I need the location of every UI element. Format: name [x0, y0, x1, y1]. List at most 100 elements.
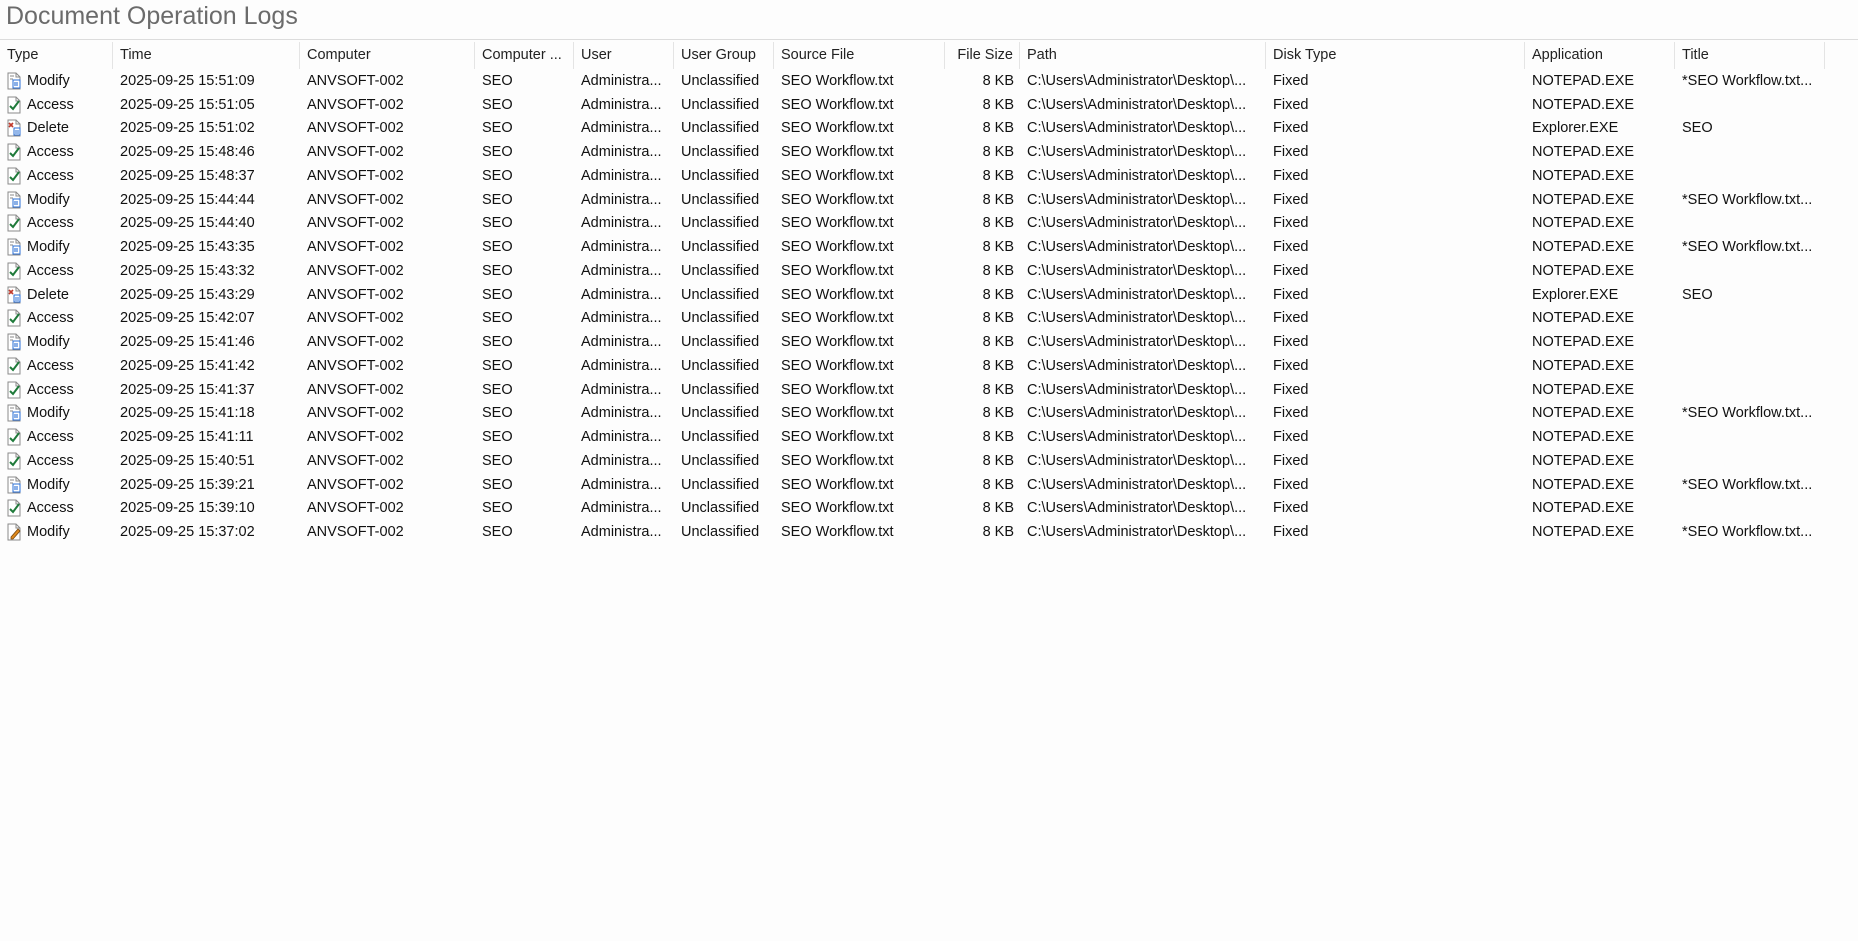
column-header-user-group[interactable]: User Group [674, 42, 774, 69]
time-cell: 2025-09-25 15:39:21 [120, 476, 255, 493]
path-cell: C:\Users\Administrator\Desktop\... [1027, 239, 1247, 256]
type-label: Modify [27, 191, 70, 208]
path-cell: C:\Users\Administrator\Desktop\... [1027, 262, 1247, 279]
user-cell: Administra... [581, 405, 662, 422]
title-cell: *SEO Workflow.txt... [1682, 239, 1813, 256]
table-row[interactable]: Access 2025-09-25 15:44:40 ANVSOFT-002 SEO A… [0, 212, 1825, 236]
column-header-time[interactable]: Time [113, 42, 300, 69]
user-group-cell: Unclassified [681, 262, 760, 279]
computer-group-cell: SEO [482, 167, 513, 184]
type-label: Access [27, 357, 74, 374]
log-table[interactable]: Type Time Computer Computer ... User Use… [0, 42, 1825, 544]
time-cell: 2025-09-25 15:42:07 [120, 310, 255, 327]
user-group-cell: Unclassified [681, 191, 760, 208]
application-cell: NOTEPAD.EXE [1532, 381, 1635, 398]
file-size-cell: 8 KB [982, 239, 1014, 256]
computer-group-cell: SEO [482, 239, 513, 256]
table-row[interactable]: Access 2025-09-25 15:42:07 ANVSOFT-002 SEO A… [0, 307, 1825, 331]
path-cell: C:\Users\Administrator\Desktop\... [1027, 357, 1247, 374]
table-row[interactable]: Access 2025-09-25 15:41:42 ANVSOFT-002 SEO A… [0, 354, 1825, 378]
type-cell: Modify [0, 333, 113, 351]
column-header-title[interactable]: Title [1675, 42, 1825, 69]
time-cell: 2025-09-25 15:48:46 [120, 144, 255, 161]
table-row[interactable]: Delete 2025-09-25 15:51:02 ANVSOFT-002 SEO A… [0, 117, 1825, 141]
table-row[interactable]: Access 2025-09-25 15:48:46 ANVSOFT-002 SEO A… [0, 140, 1825, 164]
user-group-cell: Unclassified [681, 286, 760, 303]
type-label: Access [27, 215, 74, 232]
title-cell: *SEO Workflow.txt... [1682, 476, 1813, 493]
type-label: Modify [27, 72, 70, 89]
source-file-cell: SEO Workflow.txt [781, 72, 894, 89]
disk-type-cell: Fixed [1273, 476, 1309, 493]
file-size-cell: 8 KB [982, 429, 1014, 446]
file-size-cell: 8 KB [982, 405, 1014, 422]
column-header-user[interactable]: User [574, 42, 674, 69]
source-file-cell: SEO Workflow.txt [781, 452, 894, 469]
table-row[interactable]: Modify 2025-09-25 15:41:46 ANVSOFT-002 SEO A… [0, 330, 1825, 354]
column-header-disk-type[interactable]: Disk Type [1266, 42, 1525, 69]
table-row[interactable]: Access 2025-09-25 15:51:05 ANVSOFT-002 SEO A… [0, 93, 1825, 117]
table-row[interactable]: Delete 2025-09-25 15:43:29 ANVSOFT-002 SEO A… [0, 283, 1825, 307]
source-file-cell: SEO Workflow.txt [781, 334, 894, 351]
path-cell: C:\Users\Administrator\Desktop\... [1027, 96, 1247, 113]
column-header-application[interactable]: Application [1525, 42, 1675, 69]
type-cell: Modify [0, 238, 113, 256]
disk-type-cell: Fixed [1273, 72, 1309, 89]
disk-type-cell: Fixed [1273, 239, 1309, 256]
type-label: Modify [27, 334, 70, 351]
modify-icon [6, 238, 22, 256]
table-row[interactable]: Modify 2025-09-25 15:51:09 ANVSOFT-002 SEO A… [0, 69, 1825, 93]
table-row[interactable]: Access 2025-09-25 15:41:11 ANVSOFT-002 SEO A… [0, 425, 1825, 449]
column-header-computer[interactable]: Computer [300, 42, 475, 69]
disk-type-cell: Fixed [1273, 381, 1309, 398]
computer-group-cell: SEO [482, 262, 513, 279]
table-row[interactable]: Access 2025-09-25 15:40:51 ANVSOFT-002 SEO A… [0, 449, 1825, 473]
table-row[interactable]: Modify 2025-09-25 15:43:35 ANVSOFT-002 SEO A… [0, 235, 1825, 259]
application-cell: NOTEPAD.EXE [1532, 96, 1635, 113]
table-row[interactable]: Modify 2025-09-25 15:44:44 ANVSOFT-002 SEO A… [0, 188, 1825, 212]
type-cell: Access [0, 381, 113, 399]
access-icon [6, 167, 22, 185]
user-group-cell: Unclassified [681, 96, 760, 113]
table-row[interactable]: Access 2025-09-25 15:43:32 ANVSOFT-002 SEO A… [0, 259, 1825, 283]
column-header-path[interactable]: Path [1020, 42, 1266, 69]
source-file-cell: SEO Workflow.txt [781, 144, 894, 161]
source-file-cell: SEO Workflow.txt [781, 120, 894, 137]
table-row[interactable]: Modify 2025-09-25 15:41:18 ANVSOFT-002 SEO A… [0, 402, 1825, 426]
application-cell: NOTEPAD.EXE [1532, 405, 1635, 422]
computer-group-cell: SEO [482, 144, 513, 161]
source-file-cell: SEO Workflow.txt [781, 96, 894, 113]
table-row[interactable]: Access 2025-09-25 15:39:10 ANVSOFT-002 SEO A… [0, 497, 1825, 521]
table-row[interactable]: Modify 2025-09-25 15:37:02 ANVSOFT-002 SEO A… [0, 520, 1825, 544]
application-cell: NOTEPAD.EXE [1532, 357, 1635, 374]
path-cell: C:\Users\Administrator\Desktop\... [1027, 476, 1247, 493]
column-header-computer-group[interactable]: Computer ... [475, 42, 574, 69]
modify-icon [6, 404, 22, 422]
time-cell: 2025-09-25 15:41:42 [120, 357, 255, 374]
disk-type-cell: Fixed [1273, 144, 1309, 161]
time-cell: 2025-09-25 15:43:29 [120, 286, 255, 303]
type-cell: Access [0, 499, 113, 517]
computer-group-cell: SEO [482, 120, 513, 137]
column-header-type[interactable]: Type [0, 42, 113, 69]
table-row[interactable]: Access 2025-09-25 15:41:37 ANVSOFT-002 SEO A… [0, 378, 1825, 402]
file-size-cell: 8 KB [982, 167, 1014, 184]
computer-group-cell: SEO [482, 405, 513, 422]
type-label: Modify [27, 405, 70, 422]
source-file-cell: SEO Workflow.txt [781, 476, 894, 493]
table-row[interactable]: Modify 2025-09-25 15:39:21 ANVSOFT-002 SEO A… [0, 473, 1825, 497]
file-size-cell: 8 KB [982, 357, 1014, 374]
time-cell: 2025-09-25 15:41:18 [120, 405, 255, 422]
user-group-cell: Unclassified [681, 500, 760, 517]
file-size-cell: 8 KB [982, 476, 1014, 493]
type-label: Access [27, 429, 74, 446]
computer-cell: ANVSOFT-002 [307, 381, 404, 398]
column-header-file-size[interactable]: File Size [945, 42, 1020, 69]
disk-type-cell: Fixed [1273, 500, 1309, 517]
column-header-source-file[interactable]: Source File [774, 42, 945, 69]
file-size-cell: 8 KB [982, 500, 1014, 517]
disk-type-cell: Fixed [1273, 286, 1309, 303]
modify-icon [6, 523, 22, 541]
table-row[interactable]: Access 2025-09-25 15:48:37 ANVSOFT-002 SEO A… [0, 164, 1825, 188]
file-size-cell: 8 KB [982, 215, 1014, 232]
